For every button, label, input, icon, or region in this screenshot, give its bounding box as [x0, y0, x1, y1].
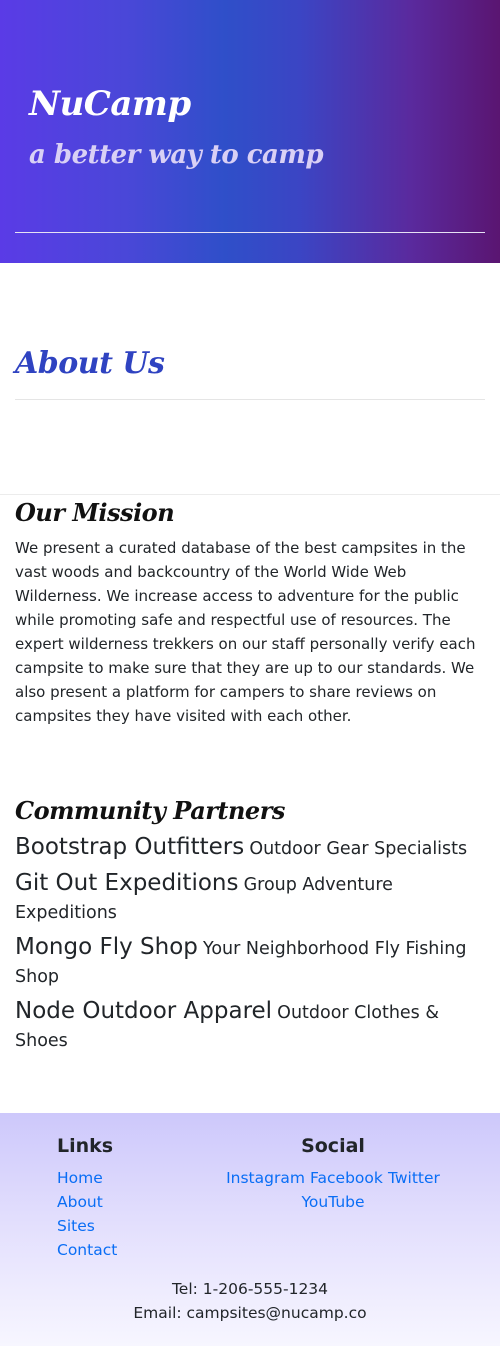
- partner-name: Bootstrap Outfitters: [15, 834, 245, 860]
- page-title: About Us: [15, 346, 165, 381]
- brand-tagline: a better way to camp: [29, 140, 324, 170]
- site-footer: Links Home About Sites Contact Social In…: [0, 1113, 500, 1346]
- footer-link-sites[interactable]: Sites: [57, 1217, 95, 1235]
- partner-item: Mongo Fly Shop Your Neighborhood Fly Fis…: [15, 933, 480, 991]
- partner-name: Node Outdoor Apparel: [15, 998, 273, 1024]
- partner-item: Node Outdoor Apparel Outdoor Clothes & S…: [15, 997, 480, 1055]
- partners-heading: Community Partners: [15, 796, 285, 825]
- partner-name: Mongo Fly Shop: [15, 934, 198, 960]
- mission-text: We present a curated database of the bes…: [15, 539, 476, 725]
- title-divider: [15, 399, 485, 400]
- social-link-facebook[interactable]: Facebook: [310, 1169, 383, 1187]
- social-link-instagram[interactable]: Instagram: [226, 1169, 305, 1187]
- contact-email: Email: campsites@nucamp.co: [133, 1304, 367, 1322]
- partner-item: Git Out Expeditions Group Adventure Expe…: [15, 869, 480, 927]
- footer-link-contact[interactable]: Contact: [57, 1241, 117, 1259]
- footer-link-item: Contact: [57, 1238, 117, 1262]
- partner-item: Bootstrap Outfitters Outdoor Gear Specia…: [15, 833, 480, 863]
- footer-social-heading: Social: [301, 1135, 365, 1157]
- footer-link-item: Home: [57, 1166, 117, 1190]
- partner-description: Outdoor Gear Specialists: [249, 839, 468, 859]
- footer-link-about[interactable]: About: [57, 1193, 103, 1211]
- contact-info: Tel: 1-206-555-1234 Email: campsites@nuc…: [0, 1277, 500, 1325]
- contact-phone: Tel: 1-206-555-1234: [171, 1280, 329, 1298]
- header-banner: NuCamp a better way to camp: [0, 0, 500, 263]
- social-link-youtube[interactable]: YouTube: [301, 1193, 364, 1211]
- header-divider: [15, 232, 485, 233]
- mission-heading: Our Mission: [15, 498, 175, 527]
- social-link-twitter[interactable]: Twitter: [388, 1169, 440, 1187]
- footer-link-item: About: [57, 1190, 117, 1214]
- partners-list: Bootstrap Outfitters Outdoor Gear Specia…: [15, 833, 480, 1061]
- footer-link-home[interactable]: Home: [57, 1169, 103, 1187]
- footer-links-list: Home About Sites Contact: [57, 1166, 117, 1262]
- footer-link-item: Sites: [57, 1214, 117, 1238]
- social-links: Instagram Facebook Twitter YouTube: [218, 1166, 448, 1214]
- partner-name: Git Out Expeditions: [15, 870, 239, 896]
- brand-title: NuCamp: [29, 84, 191, 124]
- footer-links-heading: Links: [57, 1135, 114, 1157]
